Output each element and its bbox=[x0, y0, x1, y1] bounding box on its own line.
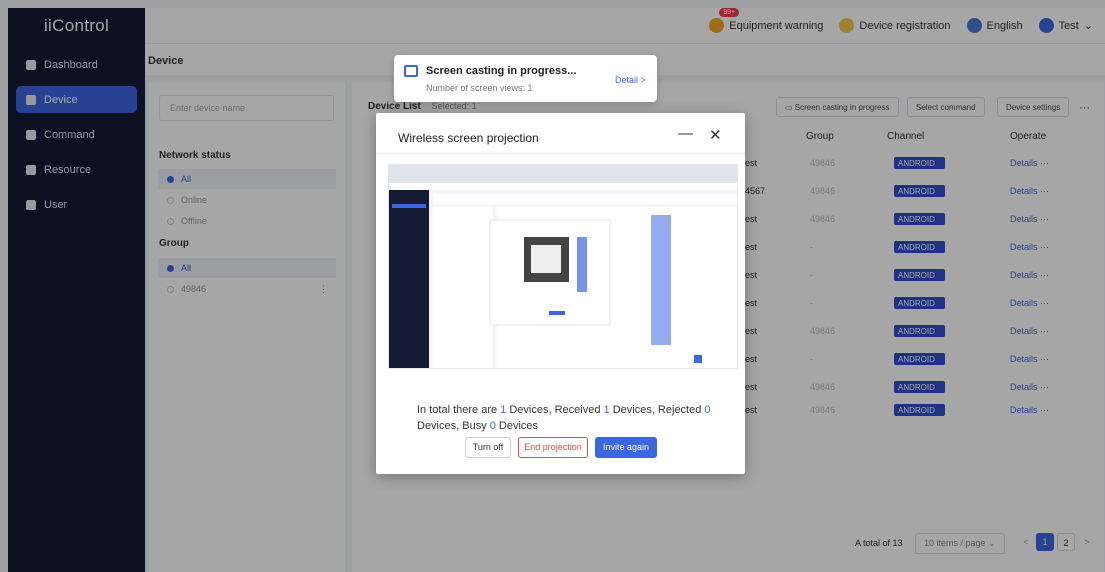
projection-screenshot bbox=[389, 165, 737, 368]
screen-casting-toast: Screen casting in progress... Number of … bbox=[394, 55, 657, 102]
dialog-title: Wireless screen projection bbox=[398, 131, 539, 145]
summary-text: Devices, Rejected bbox=[609, 404, 705, 416]
toast-subtitle: Number of screen views: 1 bbox=[426, 83, 533, 93]
summary-text: In total there are bbox=[417, 404, 501, 416]
projection-summary: In total there are 1 Devices, Received 1… bbox=[417, 402, 717, 434]
summary-text: Devices, Busy bbox=[417, 420, 490, 432]
projection-preview bbox=[388, 164, 738, 369]
rejected-count: 0 bbox=[704, 404, 711, 416]
minimize-icon[interactable]: — bbox=[678, 125, 693, 142]
close-icon[interactable]: ✕ bbox=[709, 126, 722, 144]
toast-title: Screen casting in progress... bbox=[426, 65, 577, 77]
invite-again-button[interactable]: Invite again bbox=[595, 437, 657, 458]
summary-text: Devices, Received bbox=[506, 404, 604, 416]
turn-off-button[interactable]: Turn off bbox=[465, 437, 511, 458]
summary-text: Devices bbox=[495, 420, 539, 432]
cast-icon bbox=[404, 65, 418, 77]
divider bbox=[376, 153, 745, 154]
wireless-projection-dialog: Wireless screen projection — ✕ In total … bbox=[376, 113, 745, 474]
end-projection-button[interactable]: End projection bbox=[518, 437, 588, 458]
toast-detail-link[interactable]: Detail > bbox=[615, 75, 646, 85]
